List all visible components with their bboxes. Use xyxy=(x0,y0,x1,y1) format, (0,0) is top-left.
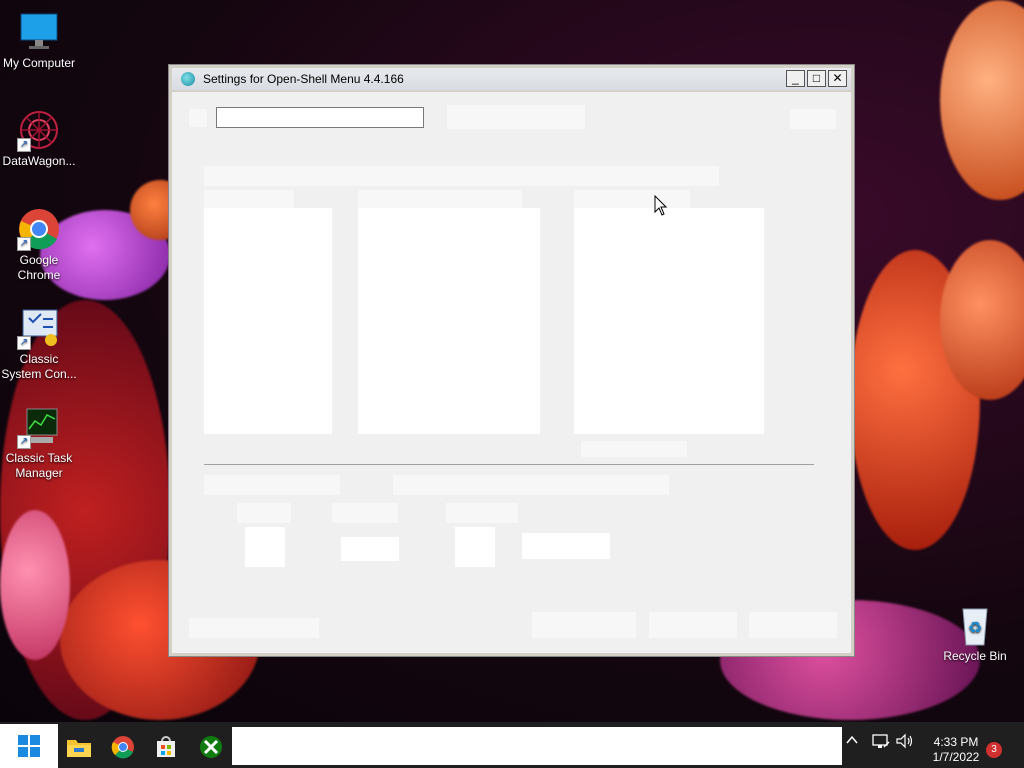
desktop-icon-label: Classic Task Manager xyxy=(5,451,73,480)
taskbar-clock[interactable]: 4:33 PM 1/7/2022 xyxy=(918,735,994,765)
chrome-icon xyxy=(111,736,134,759)
shortcut-arrow-icon: ↗ xyxy=(17,435,31,449)
show-hidden-icons-chevron-icon[interactable] xyxy=(846,733,858,751)
taskbar-file-explorer[interactable] xyxy=(59,727,99,767)
close-button[interactable]: ✕ xyxy=(828,70,847,87)
unrendered-preview-2[interactable] xyxy=(455,527,495,567)
window-title: Settings for Open-Shell Menu 4.4.166 xyxy=(203,72,404,86)
desktop-icon-classic-task-manager[interactable]: ↗ Classic Task Manager xyxy=(0,405,78,481)
desktop-icon-google-chrome[interactable]: ↗ Google Chrome xyxy=(0,207,78,283)
desktop-icon-label: DataWagon... xyxy=(2,154,76,168)
notification-badge[interactable]: 3 xyxy=(986,742,1002,758)
unrendered-icon xyxy=(189,109,207,127)
start-icon xyxy=(18,735,40,757)
monitor-icon xyxy=(17,10,61,54)
volume-icon[interactable] xyxy=(896,733,914,754)
unrendered-preview-1[interactable] xyxy=(245,527,285,567)
window-titlebar[interactable]: Settings for Open-Shell Menu 4.4.166 _ □… xyxy=(172,68,851,90)
unrendered-panel-2 xyxy=(358,208,540,434)
search-input[interactable] xyxy=(216,107,424,128)
unrendered-group-label xyxy=(358,190,522,208)
unrendered-panel-3 xyxy=(574,208,764,434)
unrendered-button[interactable] xyxy=(790,109,836,129)
taskbar-chrome[interactable] xyxy=(103,727,143,767)
desktop-icon-label: My Computer xyxy=(2,56,76,70)
window-client-area xyxy=(172,92,851,653)
shortcut-arrow-icon: ↗ xyxy=(17,237,31,251)
unrendered-option xyxy=(204,475,340,495)
store-icon xyxy=(157,736,175,757)
unrendered-caption xyxy=(581,441,687,457)
desktop-icon-label: Google Chrome xyxy=(17,253,61,282)
unrendered-label xyxy=(446,503,518,523)
unrendered-link[interactable] xyxy=(447,105,585,129)
svg-text:♻: ♻ xyxy=(968,618,982,637)
shortcut-arrow-icon: ↗ xyxy=(17,138,31,152)
unrendered-panel-1 xyxy=(204,208,332,434)
recycle-bin-icon: ♻ xyxy=(953,603,997,647)
clock-time: 4:33 PM xyxy=(933,735,979,749)
file-explorer-icon xyxy=(67,740,91,757)
unrendered-description xyxy=(204,166,719,186)
desktop-icon-recycle-bin[interactable]: ♻ Recycle Bin xyxy=(936,603,1014,664)
unrendered-group-label xyxy=(574,190,690,208)
shortcut-arrow-icon: ↗ xyxy=(17,336,31,350)
clock-date: 1/7/2022 xyxy=(932,750,980,764)
open-shell-icon xyxy=(181,72,195,86)
control-panel-icon: ↗ xyxy=(17,306,61,350)
desktop-icon-classic-system-control[interactable]: ↗ Classic System Con... xyxy=(0,306,78,382)
maximize-button[interactable]: □ xyxy=(807,70,826,87)
unrendered-button[interactable] xyxy=(649,612,737,638)
unrendered-label xyxy=(237,503,291,523)
settings-window: Settings for Open-Shell Menu 4.4.166 _ □… xyxy=(168,64,855,657)
chrome-icon: ↗ xyxy=(17,207,61,251)
unrendered-group-label xyxy=(204,190,294,208)
desktop-icon-label: Classic System Con... xyxy=(1,352,77,381)
unrendered-button[interactable] xyxy=(532,612,636,638)
start-button[interactable] xyxy=(0,724,58,768)
network-icon[interactable] xyxy=(872,733,890,754)
desktop-icon-datawagon[interactable]: ↗ DataWagon... xyxy=(0,108,78,169)
taskbar-store[interactable] xyxy=(146,727,186,767)
desktop-icon-label: Recycle Bin xyxy=(943,649,1007,663)
taskbar-xbox[interactable] xyxy=(191,727,231,767)
unrendered-taskbar-area[interactable] xyxy=(232,727,842,765)
minimize-button[interactable]: _ xyxy=(786,70,805,87)
unrendered-field[interactable] xyxy=(341,537,399,561)
datawagon-icon: ↗ xyxy=(17,108,61,152)
desktop-icon-my-computer[interactable]: My Computer xyxy=(0,10,78,71)
unrendered-field[interactable] xyxy=(522,533,610,559)
unrendered-button[interactable] xyxy=(749,612,837,638)
separator-line xyxy=(204,464,814,465)
unrendered-label xyxy=(332,503,398,523)
task-manager-icon: ↗ xyxy=(17,405,61,449)
unrendered-link[interactable] xyxy=(189,618,319,638)
xbox-icon xyxy=(200,736,222,758)
unrendered-option xyxy=(393,475,669,495)
